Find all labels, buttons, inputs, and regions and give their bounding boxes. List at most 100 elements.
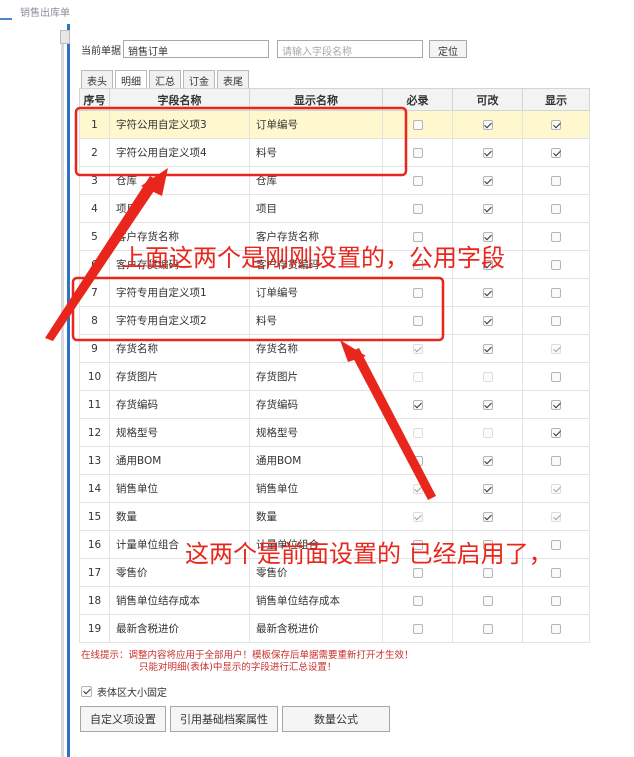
editable-checkbox[interactable] — [482, 427, 493, 438]
table-row[interactable]: 2 字符公用自定义项4 料号 — [79, 138, 590, 167]
required-checkbox[interactable] — [412, 371, 423, 382]
required-checkbox[interactable] — [412, 595, 423, 606]
required-checkbox[interactable] — [412, 343, 423, 354]
required-checkbox[interactable] — [412, 623, 423, 634]
splitter-handle[interactable] — [60, 30, 70, 44]
tab-0[interactable]: 表头 — [81, 70, 113, 90]
visible-checkbox[interactable] — [551, 567, 561, 578]
table-row[interactable]: 1 字符公用自定义项3 订单编号 — [79, 110, 590, 139]
column-header[interactable]: 字段名称 — [109, 88, 250, 111]
required-checkbox[interactable] — [412, 119, 423, 130]
field-search-input[interactable]: 请输入字段名称 — [277, 40, 423, 58]
editable-checkbox[interactable] — [482, 483, 493, 494]
tab-3[interactable]: 订金 — [183, 70, 215, 90]
required-checkbox[interactable] — [412, 175, 423, 186]
editable-checkbox[interactable] — [482, 315, 493, 326]
required-checkbox[interactable] — [412, 455, 423, 466]
table-row[interactable]: 10 存货图片 存货图片 — [79, 362, 590, 391]
column-header[interactable]: 必录 — [382, 88, 453, 111]
display-name-cell[interactable]: 存货编码 — [249, 390, 383, 419]
display-name-cell[interactable]: 销售单位 — [249, 474, 383, 503]
required-checkbox[interactable] — [412, 483, 423, 494]
table-row[interactable]: 9 存货名称 存货名称 — [79, 334, 590, 363]
editable-checkbox[interactable] — [482, 399, 493, 410]
required-checkbox[interactable] — [412, 203, 423, 214]
table-row[interactable]: 12 规格型号 规格型号 — [79, 418, 590, 447]
editable-checkbox[interactable] — [482, 119, 493, 130]
fixed-size-checkbox[interactable] — [81, 686, 92, 697]
visible-checkbox[interactable] — [551, 427, 561, 438]
visible-checkbox[interactable] — [551, 511, 561, 522]
editable-checkbox[interactable] — [482, 455, 493, 466]
required-checkbox[interactable] — [412, 231, 423, 242]
visible-checkbox[interactable] — [551, 455, 561, 466]
editable-checkbox[interactable] — [482, 203, 493, 214]
required-checkbox[interactable] — [412, 511, 423, 522]
visible-checkbox[interactable] — [551, 623, 561, 634]
required-checkbox[interactable] — [412, 315, 423, 326]
qty-formula-button[interactable]: 数量公式 — [282, 706, 390, 732]
editable-checkbox[interactable] — [482, 567, 493, 578]
tab-2[interactable]: 汇总 — [149, 70, 181, 90]
display-name-cell[interactable]: 订单编号 — [249, 278, 383, 307]
table-row[interactable]: 18 销售单位结存成本 销售单位结存成本 — [79, 586, 590, 615]
required-checkbox[interactable] — [412, 147, 423, 158]
left-splitter-bar[interactable] — [67, 24, 70, 757]
editable-checkbox[interactable] — [482, 287, 493, 298]
locate-button[interactable]: 定位 — [429, 40, 467, 58]
visible-checkbox[interactable] — [551, 147, 561, 158]
display-name-cell[interactable]: 数量 — [249, 502, 383, 531]
editable-checkbox[interactable] — [482, 343, 493, 354]
editable-checkbox[interactable] — [482, 175, 493, 186]
required-checkbox[interactable] — [412, 427, 423, 438]
column-header[interactable]: 可改 — [452, 88, 523, 111]
visible-checkbox[interactable] — [551, 287, 561, 298]
visible-checkbox[interactable] — [551, 595, 561, 606]
editable-checkbox[interactable] — [482, 371, 493, 382]
display-name-cell[interactable]: 料号 — [249, 306, 383, 335]
display-name-cell[interactable]: 订单编号 — [249, 110, 383, 139]
table-row[interactable]: 8 字符专用自定义项2 料号 — [79, 306, 590, 335]
visible-checkbox[interactable] — [551, 315, 561, 326]
table-row[interactable]: 14 销售单位 销售单位 — [79, 474, 590, 503]
visible-checkbox[interactable] — [551, 119, 561, 130]
editable-checkbox[interactable] — [482, 511, 493, 522]
editable-checkbox[interactable] — [482, 595, 493, 606]
visible-checkbox[interactable] — [551, 203, 561, 214]
visible-checkbox[interactable] — [551, 399, 561, 410]
visible-checkbox[interactable] — [551, 231, 561, 242]
table-row[interactable]: 19 最新含税进价 最新含税进价 — [79, 614, 590, 643]
table-row[interactable]: 3 仓库 仓库 — [79, 166, 590, 195]
display-name-cell[interactable]: 规格型号 — [249, 418, 383, 447]
table-row[interactable]: 4 项目 项目 — [79, 194, 590, 223]
ref-archive-button[interactable]: 引用基础档案属性 — [170, 706, 278, 732]
custom-items-button[interactable]: 自定义项设置 — [80, 706, 166, 732]
display-name-cell[interactable]: 仓库 — [249, 166, 383, 195]
visible-checkbox[interactable] — [551, 483, 561, 494]
display-name-cell[interactable]: 项目 — [249, 194, 383, 223]
visible-checkbox[interactable] — [551, 343, 561, 354]
column-header[interactable]: 序号 — [79, 88, 110, 111]
editable-checkbox[interactable] — [482, 231, 493, 242]
column-header[interactable]: 显示名称 — [249, 88, 383, 111]
fixed-size-option[interactable]: 表体区大小固定 — [81, 684, 167, 699]
tab-4[interactable]: 表尾 — [217, 70, 249, 90]
tab-1[interactable]: 明细 — [115, 70, 147, 90]
display-name-cell[interactable]: 存货名称 — [249, 334, 383, 363]
editable-checkbox[interactable] — [482, 147, 493, 158]
table-row[interactable]: 15 数量 数量 — [79, 502, 590, 531]
current-doc-field[interactable]: 销售订单 — [123, 40, 269, 58]
required-checkbox[interactable] — [412, 567, 423, 578]
editable-checkbox[interactable] — [482, 623, 493, 634]
display-name-cell[interactable]: 存货图片 — [249, 362, 383, 391]
display-name-cell[interactable]: 通用BOM — [249, 446, 383, 475]
display-name-cell[interactable]: 料号 — [249, 138, 383, 167]
visible-checkbox[interactable] — [551, 175, 561, 186]
required-checkbox[interactable] — [412, 399, 423, 410]
column-header[interactable]: 显示 — [522, 88, 590, 111]
table-row[interactable]: 13 通用BOM 通用BOM — [79, 446, 590, 475]
display-name-cell[interactable]: 销售单位结存成本 — [249, 586, 383, 615]
display-name-cell[interactable]: 最新含税进价 — [249, 614, 383, 643]
required-checkbox[interactable] — [412, 287, 423, 298]
table-row[interactable]: 7 字符专用自定义项1 订单编号 — [79, 278, 590, 307]
